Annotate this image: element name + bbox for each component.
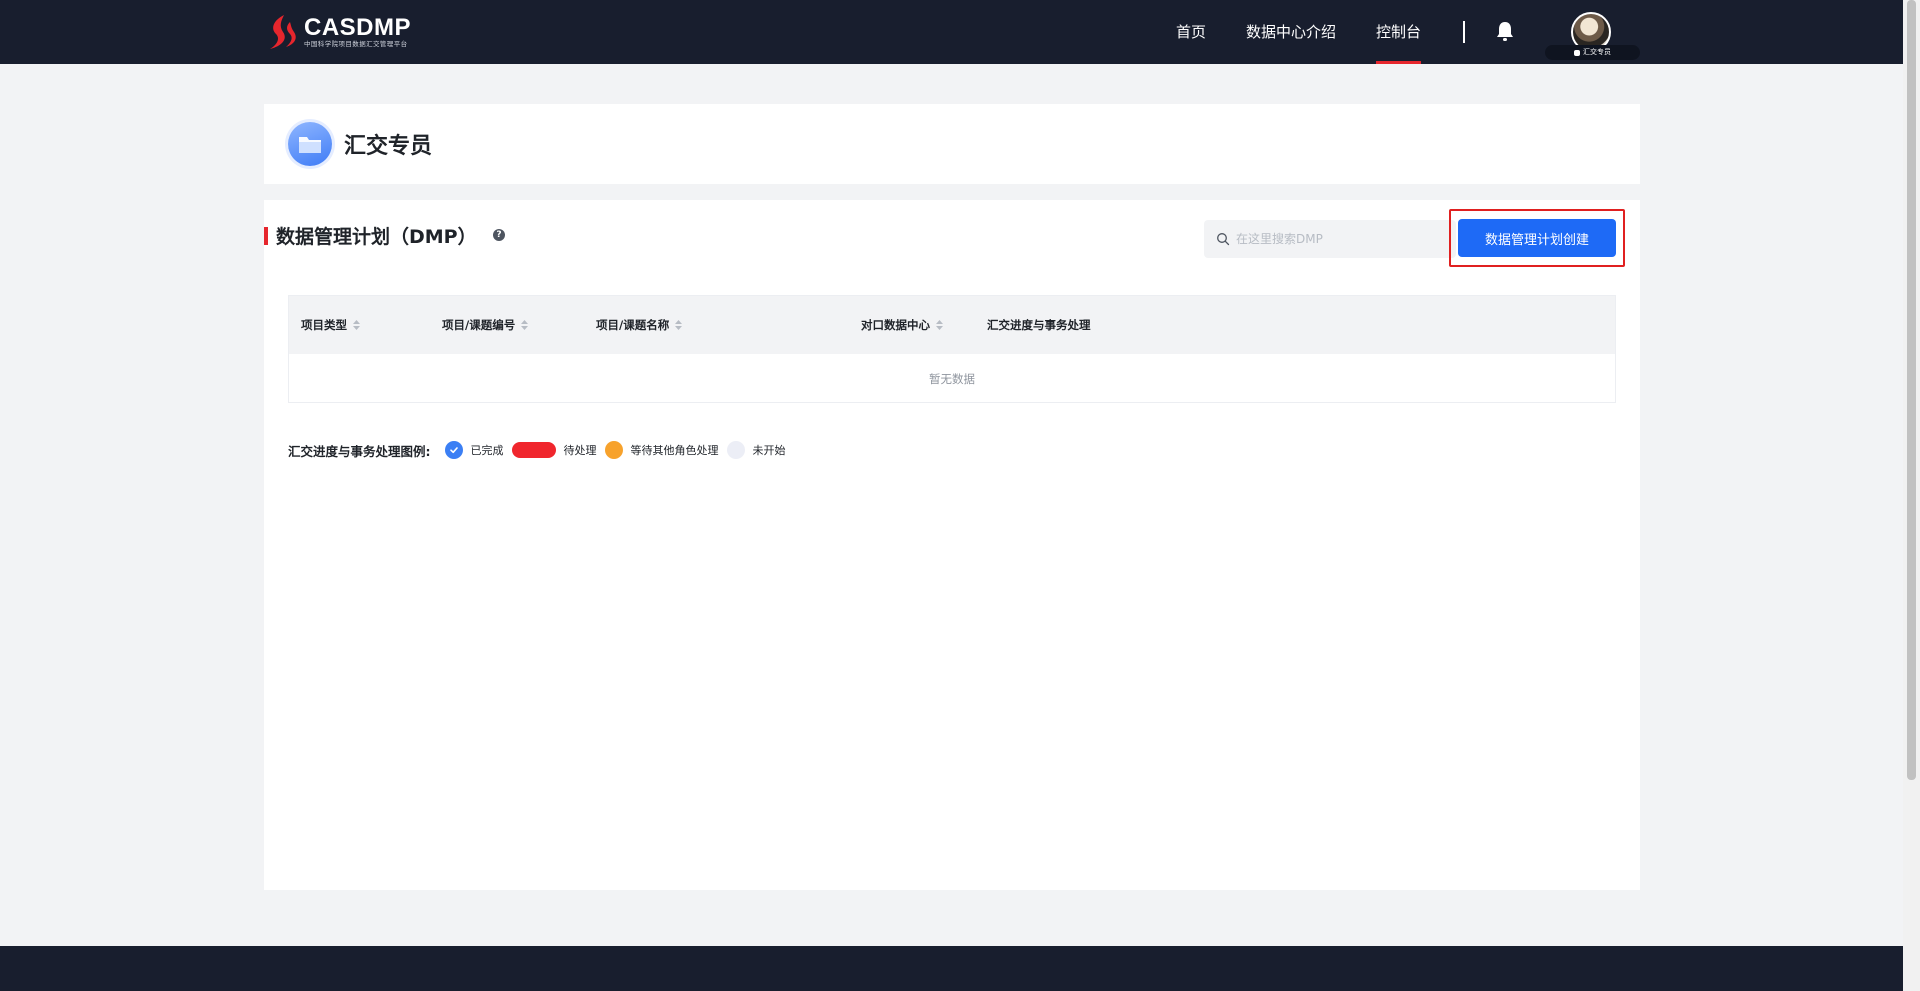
role-header-card: 汇交专员 [264, 104, 1640, 184]
column-project-number-label: 项目/课题编号 [442, 318, 516, 332]
page-scrollbar[interactable] [1903, 0, 1920, 991]
help-icon[interactable]: ? [493, 229, 505, 241]
legend-item-pending: 待处理 [511, 442, 597, 458]
sort-icon[interactable] [936, 320, 943, 330]
column-progress-label: 汇交进度与事务处理 [987, 318, 1091, 332]
legend-label-done: 已完成 [470, 444, 504, 457]
role-badge-label: 汇交专员 [1583, 48, 1611, 56]
column-project-name-label: 项目/课题名称 [596, 318, 670, 332]
column-project-name[interactable]: 项目/课题名称 [596, 296, 683, 354]
legend-item-done: 已完成 [444, 441, 504, 459]
not-started-dot-icon [726, 441, 745, 459]
column-project-number[interactable]: 项目/课题编号 [442, 296, 529, 354]
legend-item-not-started: 未开始 [726, 441, 786, 459]
scrollbar-thumb[interactable] [1907, 0, 1916, 780]
waiting-dot-icon [604, 441, 623, 459]
table-empty-state: 暂无数据 [929, 372, 975, 386]
legend-label-pending: 待处理 [563, 444, 597, 457]
legend-label-not-started: 未开始 [752, 444, 786, 457]
legend-title: 汇交进度与事务处理图例: [288, 443, 431, 459]
user-icon [1574, 49, 1580, 56]
section-title: 数据管理计划（DMP） [276, 226, 477, 248]
top-navbar: CASDMP 中国科学院项目数据汇交管理平台 首页 数据中心介绍 控制台 汇交专… [0, 0, 1903, 64]
casdmp-logo-icon [270, 15, 296, 49]
page-title: 汇交专员 [344, 134, 433, 159]
nav-home[interactable]: 首页 [1176, 0, 1206, 64]
progress-legend: 汇交进度与事务处理图例: 已完成 待处理 等待其他角色处理 未开始 [288, 440, 794, 460]
check-icon [444, 441, 463, 459]
legend-item-waiting: 等待其他角色处理 [604, 441, 719, 459]
nav-console[interactable]: 控制台 [1375, 0, 1422, 64]
dmp-panel: 数据管理计划（DMP） ? 数据管理计划创建 项目类型 项目/课题编号 项目/课… [264, 200, 1640, 890]
column-data-center[interactable]: 对口数据中心 [861, 296, 943, 354]
folder-icon [288, 122, 332, 166]
role-badge: 汇交专员 [1545, 45, 1640, 60]
search-input[interactable] [1236, 232, 1446, 246]
sort-icon[interactable] [353, 320, 360, 330]
user-menu[interactable]: 汇交专员 [1545, 10, 1640, 60]
column-progress: 汇交进度与事务处理 [987, 296, 1091, 354]
logo-title: CASDMP [304, 13, 412, 41]
sort-icon[interactable] [675, 320, 683, 330]
logo-subtitle: 中国科学院项目数据汇交管理平台 [304, 39, 408, 48]
search-icon [1217, 233, 1230, 246]
dmp-table: 项目类型 项目/课题编号 项目/课题名称 对口数据中心 汇交进度与事务处理 暂无… [288, 295, 1616, 403]
sort-icon[interactable] [521, 320, 529, 330]
create-dmp-button[interactable]: 数据管理计划创建 [1458, 219, 1616, 257]
pending-pill-icon [511, 442, 556, 458]
section-accent-bar [264, 227, 268, 245]
legend-label-waiting: 等待其他角色处理 [630, 444, 719, 457]
footer [0, 946, 1903, 991]
bell-icon[interactable] [1495, 20, 1515, 42]
column-data-center-label: 对口数据中心 [861, 318, 930, 332]
search-box[interactable] [1204, 220, 1456, 258]
column-project-type-label: 项目类型 [301, 318, 347, 332]
main-nav: 首页 数据中心介绍 控制台 [1136, 0, 1422, 64]
nav-divider [1463, 21, 1465, 43]
column-project-type[interactable]: 项目类型 [301, 296, 360, 354]
logo[interactable]: CASDMP 中国科学院项目数据汇交管理平台 [262, 12, 442, 52]
table-header: 项目类型 项目/课题编号 项目/课题名称 对口数据中心 汇交进度与事务处理 [289, 296, 1615, 354]
nav-data-center-intro[interactable]: 数据中心介绍 [1246, 0, 1336, 64]
